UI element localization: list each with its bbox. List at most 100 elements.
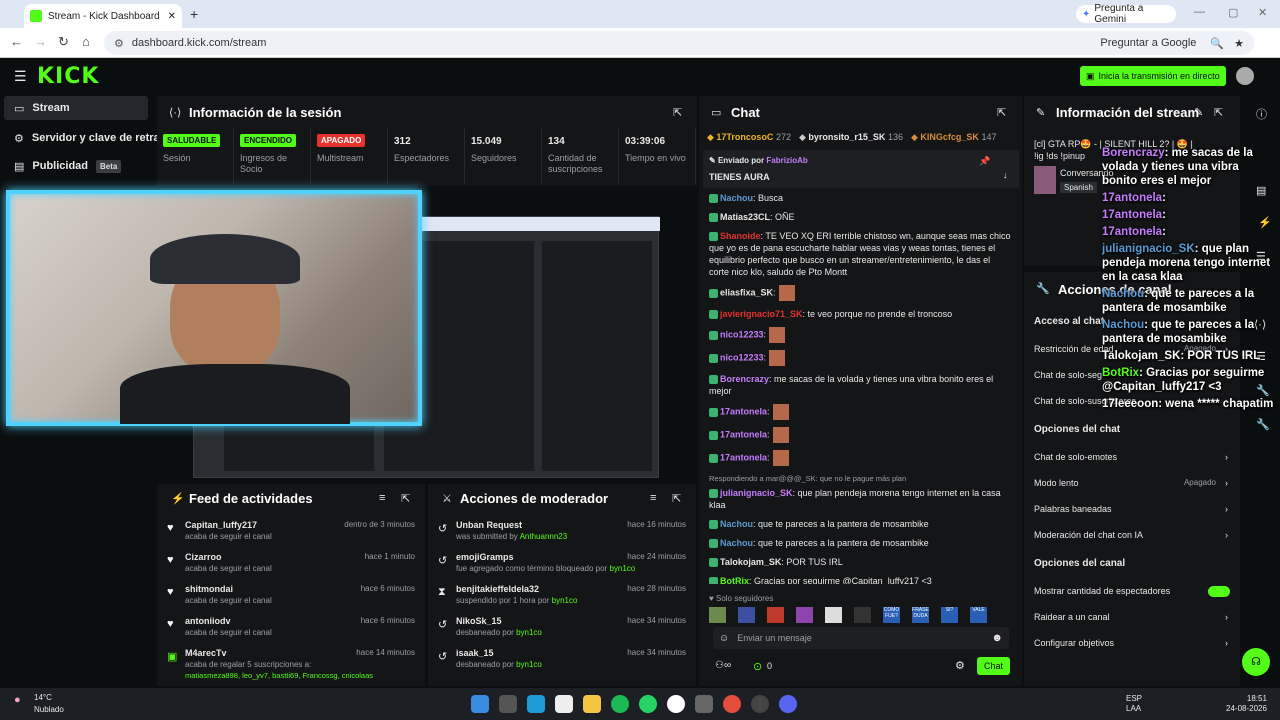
ask-google-button[interactable]: Preguntar a Google — [1100, 37, 1196, 49]
avatar[interactable] — [1236, 67, 1254, 85]
chat-username[interactable]: nico12233 — [720, 352, 764, 362]
emote-0[interactable] — [709, 607, 726, 623]
start-icon[interactable] — [471, 695, 489, 713]
start-stream-button[interactable]: ▣ Inicia la transmisión en directo — [1080, 66, 1226, 86]
emote-1[interactable] — [738, 607, 755, 623]
close-tab-icon[interactable]: ✕ — [168, 11, 176, 22]
chat-username[interactable]: Nachou — [720, 519, 753, 529]
emote-8[interactable]: SI? — [941, 607, 958, 623]
chat-username[interactable]: 17antonela — [720, 406, 767, 416]
support-button[interactable]: ☊ — [1242, 648, 1270, 676]
smile-icon[interactable]: ☻ — [991, 632, 1003, 644]
home-icon[interactable]: ⌂ — [82, 34, 90, 49]
forward-icon[interactable]: → — [34, 34, 47, 49]
edge-icon[interactable] — [527, 695, 545, 713]
browser-tab[interactable]: Stream - Kick Dashboard ✕ — [24, 4, 182, 28]
toggle-switch[interactable] — [1208, 586, 1230, 597]
zoom-icon[interactable]: 🔍 — [1210, 37, 1224, 50]
chat-username[interactable]: BotRix — [720, 576, 749, 584]
mod-item[interactable]: ↺ Unban Request hace 16 minutos was submitt… — [428, 520, 696, 550]
gemini-button[interactable]: ✦ Pregunta a Gemini — [1076, 3, 1176, 25]
reload-icon[interactable]: ↻ — [58, 34, 69, 50]
address-bar[interactable]: ⚙ dashboard.kick.com/stream Preguntar a … — [104, 31, 1254, 55]
chrome-icon[interactable] — [723, 695, 741, 713]
chat-username[interactable]: Nachou — [720, 538, 753, 548]
channel-row[interactable]: Configurar objetivos › — [1024, 630, 1240, 656]
chat-input[interactable]: ☺ Enviar un mensaje ☻ — [713, 627, 1009, 649]
gifter-3[interactable]: ◆ KINGcfcg_SK 147 — [911, 132, 996, 143]
maximize-icon[interactable]: ▢ — [1228, 6, 1238, 19]
new-tab-icon[interactable]: + — [190, 6, 198, 22]
gifter-2[interactable]: ◆ byronsito_r15_SK 136 — [799, 132, 903, 143]
expand-icon[interactable]: ⇱ — [401, 492, 410, 505]
chat-username[interactable]: Borencrazy — [720, 374, 769, 384]
back-icon[interactable]: ← — [10, 34, 23, 49]
site-info-icon[interactable]: ⚙ — [114, 37, 124, 50]
gifter-1[interactable]: ◆ 17TroncosoC 272 — [707, 132, 791, 143]
lang-indicator[interactable]: ESP LAA — [1126, 694, 1142, 714]
channel-row[interactable]: Mostrar cantidad de espectadores — [1024, 578, 1240, 604]
bookmark-icon[interactable]: ★ — [1234, 37, 1244, 50]
expand-icon[interactable]: ⇱ — [672, 492, 681, 505]
weather-temp[interactable]: 14°C — [34, 693, 52, 702]
emote-3[interactable] — [796, 607, 813, 623]
feed-item[interactable]: ▣ M4arecTv hace 14 minutos acaba de regalar… — [157, 648, 425, 680]
folder-icon[interactable] — [583, 695, 601, 713]
mod-item[interactable]: ↺ emojiGramps hace 24 minutos fue agregado … — [428, 552, 696, 582]
kick-logo[interactable]: KICK — [37, 64, 99, 89]
emote-9[interactable]: VALE — [970, 607, 987, 623]
channel-row[interactable]: Moderación del chat con IA › — [1024, 522, 1240, 548]
clock[interactable]: 18:51 24-08-2026 — [1226, 694, 1267, 714]
emoji-picker-icon[interactable]: ☺ — [719, 633, 729, 644]
emote-6[interactable]: COMO FUE? — [883, 607, 900, 623]
chevron-down-icon[interactable]: ↓ — [1003, 170, 1008, 180]
feed-item[interactable]: ♥ Cizarroo hace 1 minuto acaba de seguir el… — [157, 552, 425, 582]
filter-icon[interactable]: ≡ — [379, 492, 385, 504]
send-chat-button[interactable]: Chat — [977, 657, 1010, 675]
sidebar-item-server-key[interactable]: ⚙ Servidor y clave de retran — [4, 126, 166, 150]
feed-item[interactable]: ♥ shitmondai hace 6 minutos acaba de seguir… — [157, 584, 425, 614]
expand-icon[interactable]: ⇱ — [673, 106, 682, 119]
sidebar-item-ads[interactable]: ▤ Publicidad Beta — [4, 154, 154, 178]
chat-username[interactable]: 17antonela — [720, 452, 767, 462]
chat-username[interactable]: Matias23CL — [720, 212, 770, 222]
pin-icon[interactable]: 📌 — [979, 156, 990, 167]
expand-icon[interactable]: ⇱ — [1214, 106, 1223, 119]
xbox-icon[interactable] — [667, 695, 685, 713]
unknown-app-icon[interactable] — [695, 695, 713, 713]
emote-7[interactable]: FRASE DUDA — [912, 607, 929, 623]
chat-username[interactable]: Nachou — [720, 193, 753, 203]
sidebar-item-stream[interactable]: ▭ Stream — [4, 96, 148, 120]
emote-5[interactable] — [854, 607, 871, 623]
chat-username[interactable]: 17antonela — [720, 429, 767, 439]
mod-item[interactable]: ↺ isaak_15 hace 34 minutos desbaneado por b… — [428, 648, 696, 678]
settings-icon[interactable]: ⚙ — [955, 659, 965, 672]
minimize-icon[interactable]: — — [1194, 6, 1205, 18]
chat-username[interactable]: julianignacio_SK — [720, 488, 793, 498]
channel-row[interactable]: Raidear a un canal › — [1024, 604, 1240, 630]
emote-2[interactable] — [767, 607, 784, 623]
menu-icon[interactable]: ☰ — [14, 68, 27, 85]
emote-4[interactable] — [825, 607, 842, 623]
filter-icon[interactable]: ≡ — [650, 492, 656, 504]
discord-icon[interactable] — [779, 695, 797, 713]
chat-username[interactable]: Talokojam_SK — [720, 557, 781, 567]
users-icon[interactable]: ⚇∞ — [715, 660, 731, 671]
chat-username[interactable]: javierignacio71_SK — [720, 309, 803, 319]
edit-icon[interactable]: ✎ — [1194, 106, 1203, 119]
search-icon[interactable] — [499, 695, 517, 713]
store-icon[interactable] — [555, 695, 573, 713]
close-window-icon[interactable]: ✕ — [1258, 6, 1267, 19]
chat-username[interactable]: eliasfixa_SK — [720, 287, 773, 297]
obs-icon[interactable] — [751, 695, 769, 713]
mod-item[interactable]: ⧗ benjitakieffeldela32 hace 28 minutos susp… — [428, 584, 696, 614]
feed-item[interactable]: ♥ Capitan_luffy217 dentro de 3 minutos acab… — [157, 520, 425, 550]
expand-icon[interactable]: ⇱ — [997, 106, 1006, 119]
info-icon[interactable]: ⓘ — [1256, 106, 1267, 122]
chat-username[interactable]: nico12233 — [720, 329, 764, 339]
feed-item[interactable]: ♥ antoniiodv hace 6 minutos acaba de seguir… — [157, 616, 425, 646]
whatsapp-icon[interactable] — [639, 695, 657, 713]
chat-username[interactable]: Shanoide — [720, 231, 761, 241]
spotify-icon[interactable] — [611, 695, 629, 713]
mod-item[interactable]: ↺ NikoSk_15 hace 34 minutos desbaneado por … — [428, 616, 696, 646]
